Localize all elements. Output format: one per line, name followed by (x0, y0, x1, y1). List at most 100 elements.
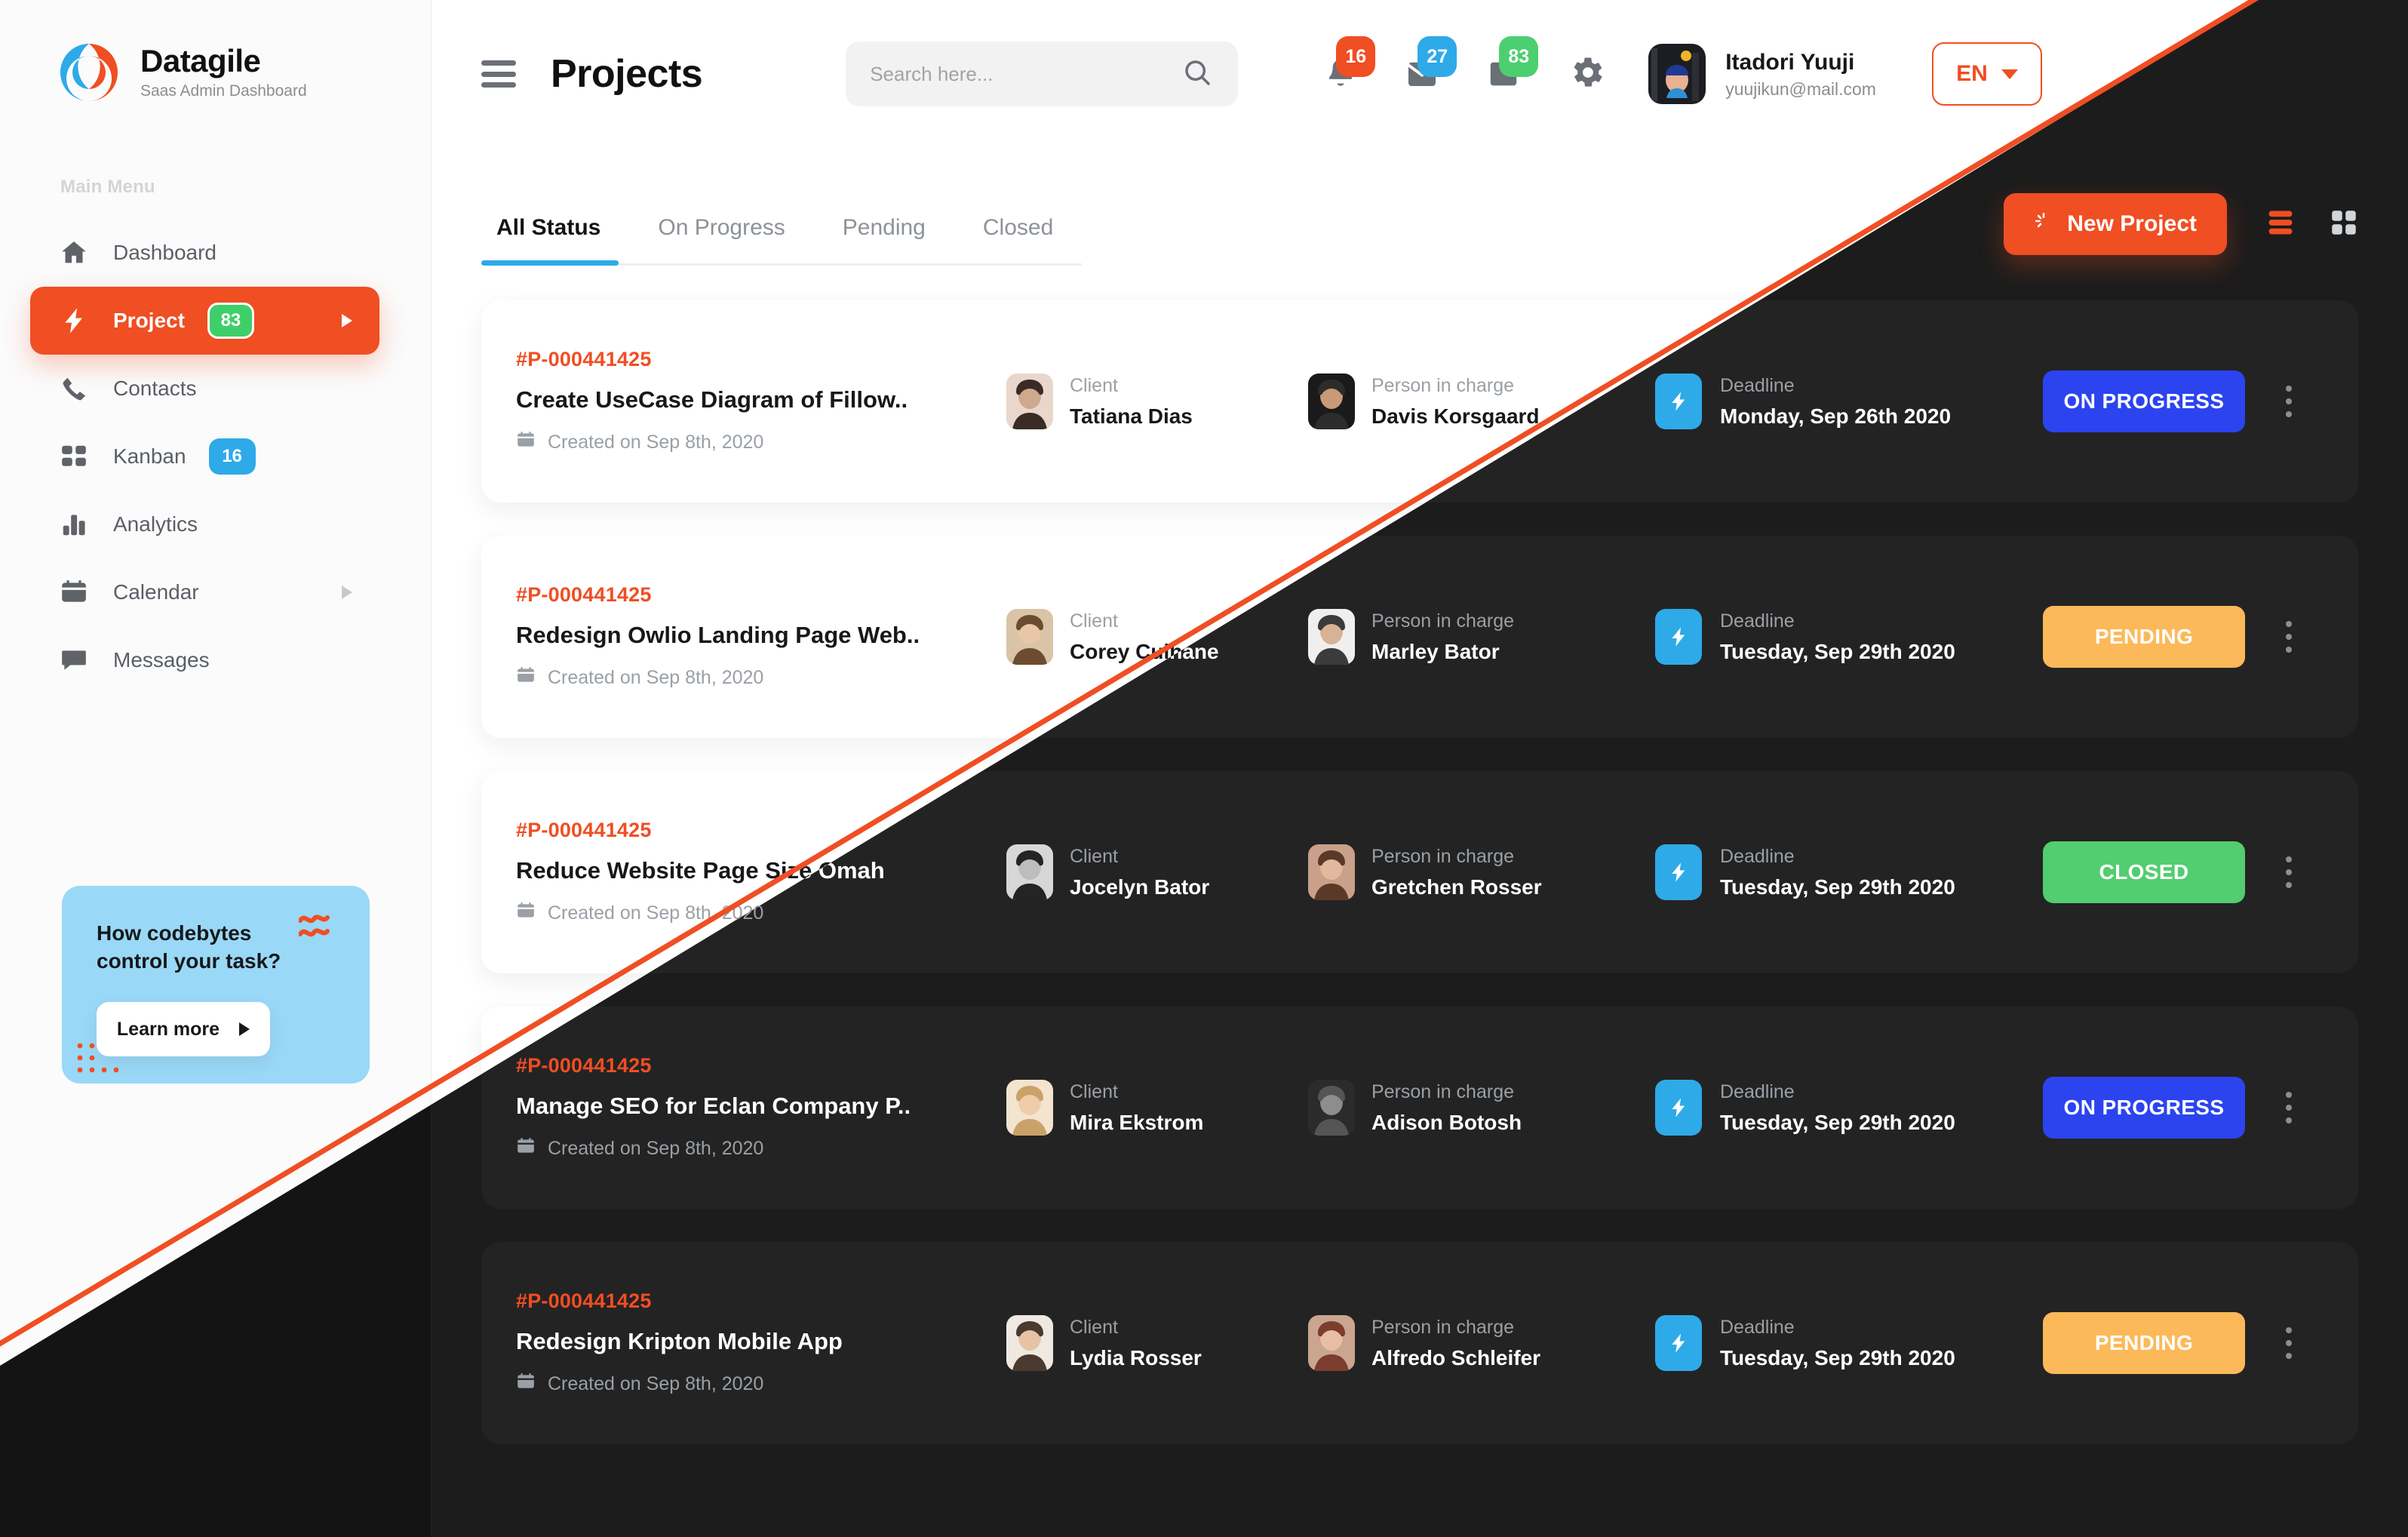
avatar (1308, 373, 1355, 429)
project-row[interactable]: #P-000441425 Manage SEO for Eclan Compan… (481, 1007, 2358, 1209)
list-view-icon[interactable] (2266, 210, 2295, 239)
sidebar-item-messages[interactable]: Messages (30, 626, 379, 694)
row-menu-button[interactable] (2266, 856, 2311, 888)
user-profile[interactable]: Itadori Yuuji yuujikun@mail.com (1648, 44, 1876, 104)
dots-decoration-icon (77, 1043, 119, 1073)
page-title: Projects (551, 52, 703, 96)
home-icon (57, 236, 91, 269)
promo-title: How codebytes control your task? (97, 921, 281, 973)
project-deadline: Deadline Monday, Sep 26th 2020 (1655, 373, 2040, 429)
avatar (1648, 44, 1706, 104)
status-badge[interactable]: PENDING (2043, 1312, 2245, 1374)
menu-toggle-icon[interactable] (481, 60, 516, 88)
project-created-text: Created on Sep 8th, 2020 (548, 1138, 764, 1159)
client-role-label: Client (1070, 1081, 1118, 1102)
charge-role-label: Person in charge (1371, 1081, 1515, 1102)
sidebar-item-dashboard[interactable]: Dashboard (30, 219, 379, 287)
sidebar-section-label: Main Menu (60, 177, 155, 197)
client-name: Mira Ekstrom (1070, 1110, 1204, 1134)
project-deadline: Deadline Tuesday, Sep 29th 2020 (1655, 609, 2040, 665)
client-name: Tatiana Dias (1070, 404, 1193, 428)
project-title: Create UseCase Diagram of Fillow.. (516, 386, 908, 413)
brand-subtitle: Saas Admin Dashboard (140, 81, 307, 100)
avatar (1308, 609, 1355, 665)
header-icon-group: 16 27 83 (1321, 36, 1539, 95)
client-role-label: Client (1070, 374, 1118, 396)
bolt-icon (1655, 1315, 1702, 1371)
messages-badge: 27 (1417, 36, 1457, 77)
project-client: Client Tatiana Dias (1006, 373, 1308, 429)
tab-on-progress[interactable]: On Progress (629, 215, 813, 263)
calendar-icon (516, 901, 536, 926)
user-email: yuujikun@mail.com (1725, 79, 1876, 100)
bar-chart-icon (57, 508, 91, 541)
chat-icon (57, 644, 91, 677)
avatar (1308, 844, 1355, 900)
project-client: Client Mira Ekstrom (1006, 1080, 1308, 1136)
sidebar-item-label: Calendar (113, 580, 199, 604)
deadline-date: Monday, Sep 26th 2020 (1720, 404, 1952, 428)
arrow-right-icon (239, 1022, 250, 1037)
sidebar-item-kanban[interactable]: Kanban 16 (30, 423, 379, 490)
chevron-right-icon (342, 314, 352, 327)
project-person-in-charge: Person in charge Marley Bator (1308, 609, 1655, 665)
language-selector[interactable]: EN (1931, 42, 2042, 106)
sidebar-item-calendar[interactable]: Calendar (30, 558, 379, 626)
deadline-label: Deadline (1720, 1081, 1795, 1102)
sidebar-item-project[interactable]: Project 83 (30, 287, 379, 355)
avatar (1308, 1315, 1355, 1371)
grid-view-icon[interactable] (2330, 209, 2358, 240)
calendar-icon (516, 1372, 536, 1397)
search-input[interactable] (870, 62, 1175, 86)
status-tabs: All Status On Progress Pending Closed (481, 215, 1083, 266)
search-box[interactable] (846, 41, 1239, 106)
charge-role-label: Person in charge (1371, 374, 1515, 396)
project-created: Created on Sep 8th, 2020 (516, 1372, 1006, 1397)
gear-icon[interactable] (1567, 53, 1606, 96)
tab-closed[interactable]: Closed (954, 215, 1082, 263)
status-badge[interactable]: ON PROGRESS (2043, 1077, 2245, 1139)
charge-name: Adison Botosh (1371, 1110, 1522, 1134)
project-id: #P-000441425 (516, 348, 652, 370)
project-row[interactable]: #P-000441425 Redesign Kripton Mobile App… (481, 1242, 2358, 1444)
sidebar-item-label: Contacts (113, 377, 197, 400)
deadline-label: Deadline (1720, 610, 1795, 632)
tab-pending[interactable]: Pending (814, 215, 954, 263)
row-menu-button[interactable] (2266, 621, 2311, 653)
project-created: Created on Sep 8th, 2020 (516, 1136, 1006, 1161)
project-id: #P-000441425 (516, 1054, 652, 1077)
notifications-button[interactable]: 16 (1321, 36, 1376, 95)
avatar (1006, 373, 1053, 429)
project-created-text: Created on Sep 8th, 2020 (548, 1373, 764, 1394)
project-client: Client Jocelyn Bator (1006, 844, 1308, 900)
sidebar-item-label: Project (113, 309, 185, 332)
bolt-icon (1655, 609, 1702, 665)
row-menu-button[interactable] (2266, 1092, 2311, 1124)
charge-role-label: Person in charge (1371, 610, 1515, 632)
project-created: Created on Sep 8th, 2020 (516, 430, 1006, 455)
calendar-icon (516, 430, 536, 455)
search-icon[interactable] (1182, 57, 1212, 91)
messages-button[interactable]: 27 (1402, 36, 1457, 95)
project-client: Client Lydia Rosser (1006, 1315, 1308, 1371)
project-deadline: Deadline Tuesday, Sep 29th 2020 (1655, 844, 2040, 900)
files-button[interactable]: 83 (1484, 36, 1539, 95)
status-badge[interactable]: CLOSED (2043, 841, 2245, 903)
avatar (1006, 1315, 1053, 1371)
bolt-icon (1655, 373, 1702, 429)
project-created: Created on Sep 8th, 2020 (516, 666, 1006, 690)
sidebar-item-analytics[interactable]: Analytics (30, 490, 379, 558)
calendar-icon (57, 576, 91, 609)
sidebar-item-contacts[interactable]: Contacts (30, 355, 379, 423)
tab-all-status[interactable]: All Status (481, 215, 629, 266)
new-project-button[interactable]: New Project (2004, 193, 2227, 255)
charge-role-label: Person in charge (1371, 845, 1515, 867)
status-badge[interactable]: ON PROGRESS (2043, 370, 2245, 432)
row-menu-button[interactable] (2266, 1327, 2311, 1359)
client-name: Lydia Rosser (1070, 1345, 1202, 1369)
status-badge[interactable]: PENDING (2043, 606, 2245, 668)
charge-name: Alfredo Schleifer (1371, 1345, 1541, 1369)
project-created-text: Created on Sep 8th, 2020 (548, 432, 764, 453)
brand[interactable]: Datagile Saas Admin Dashboard (0, 0, 431, 107)
row-menu-button[interactable] (2266, 386, 2311, 417)
